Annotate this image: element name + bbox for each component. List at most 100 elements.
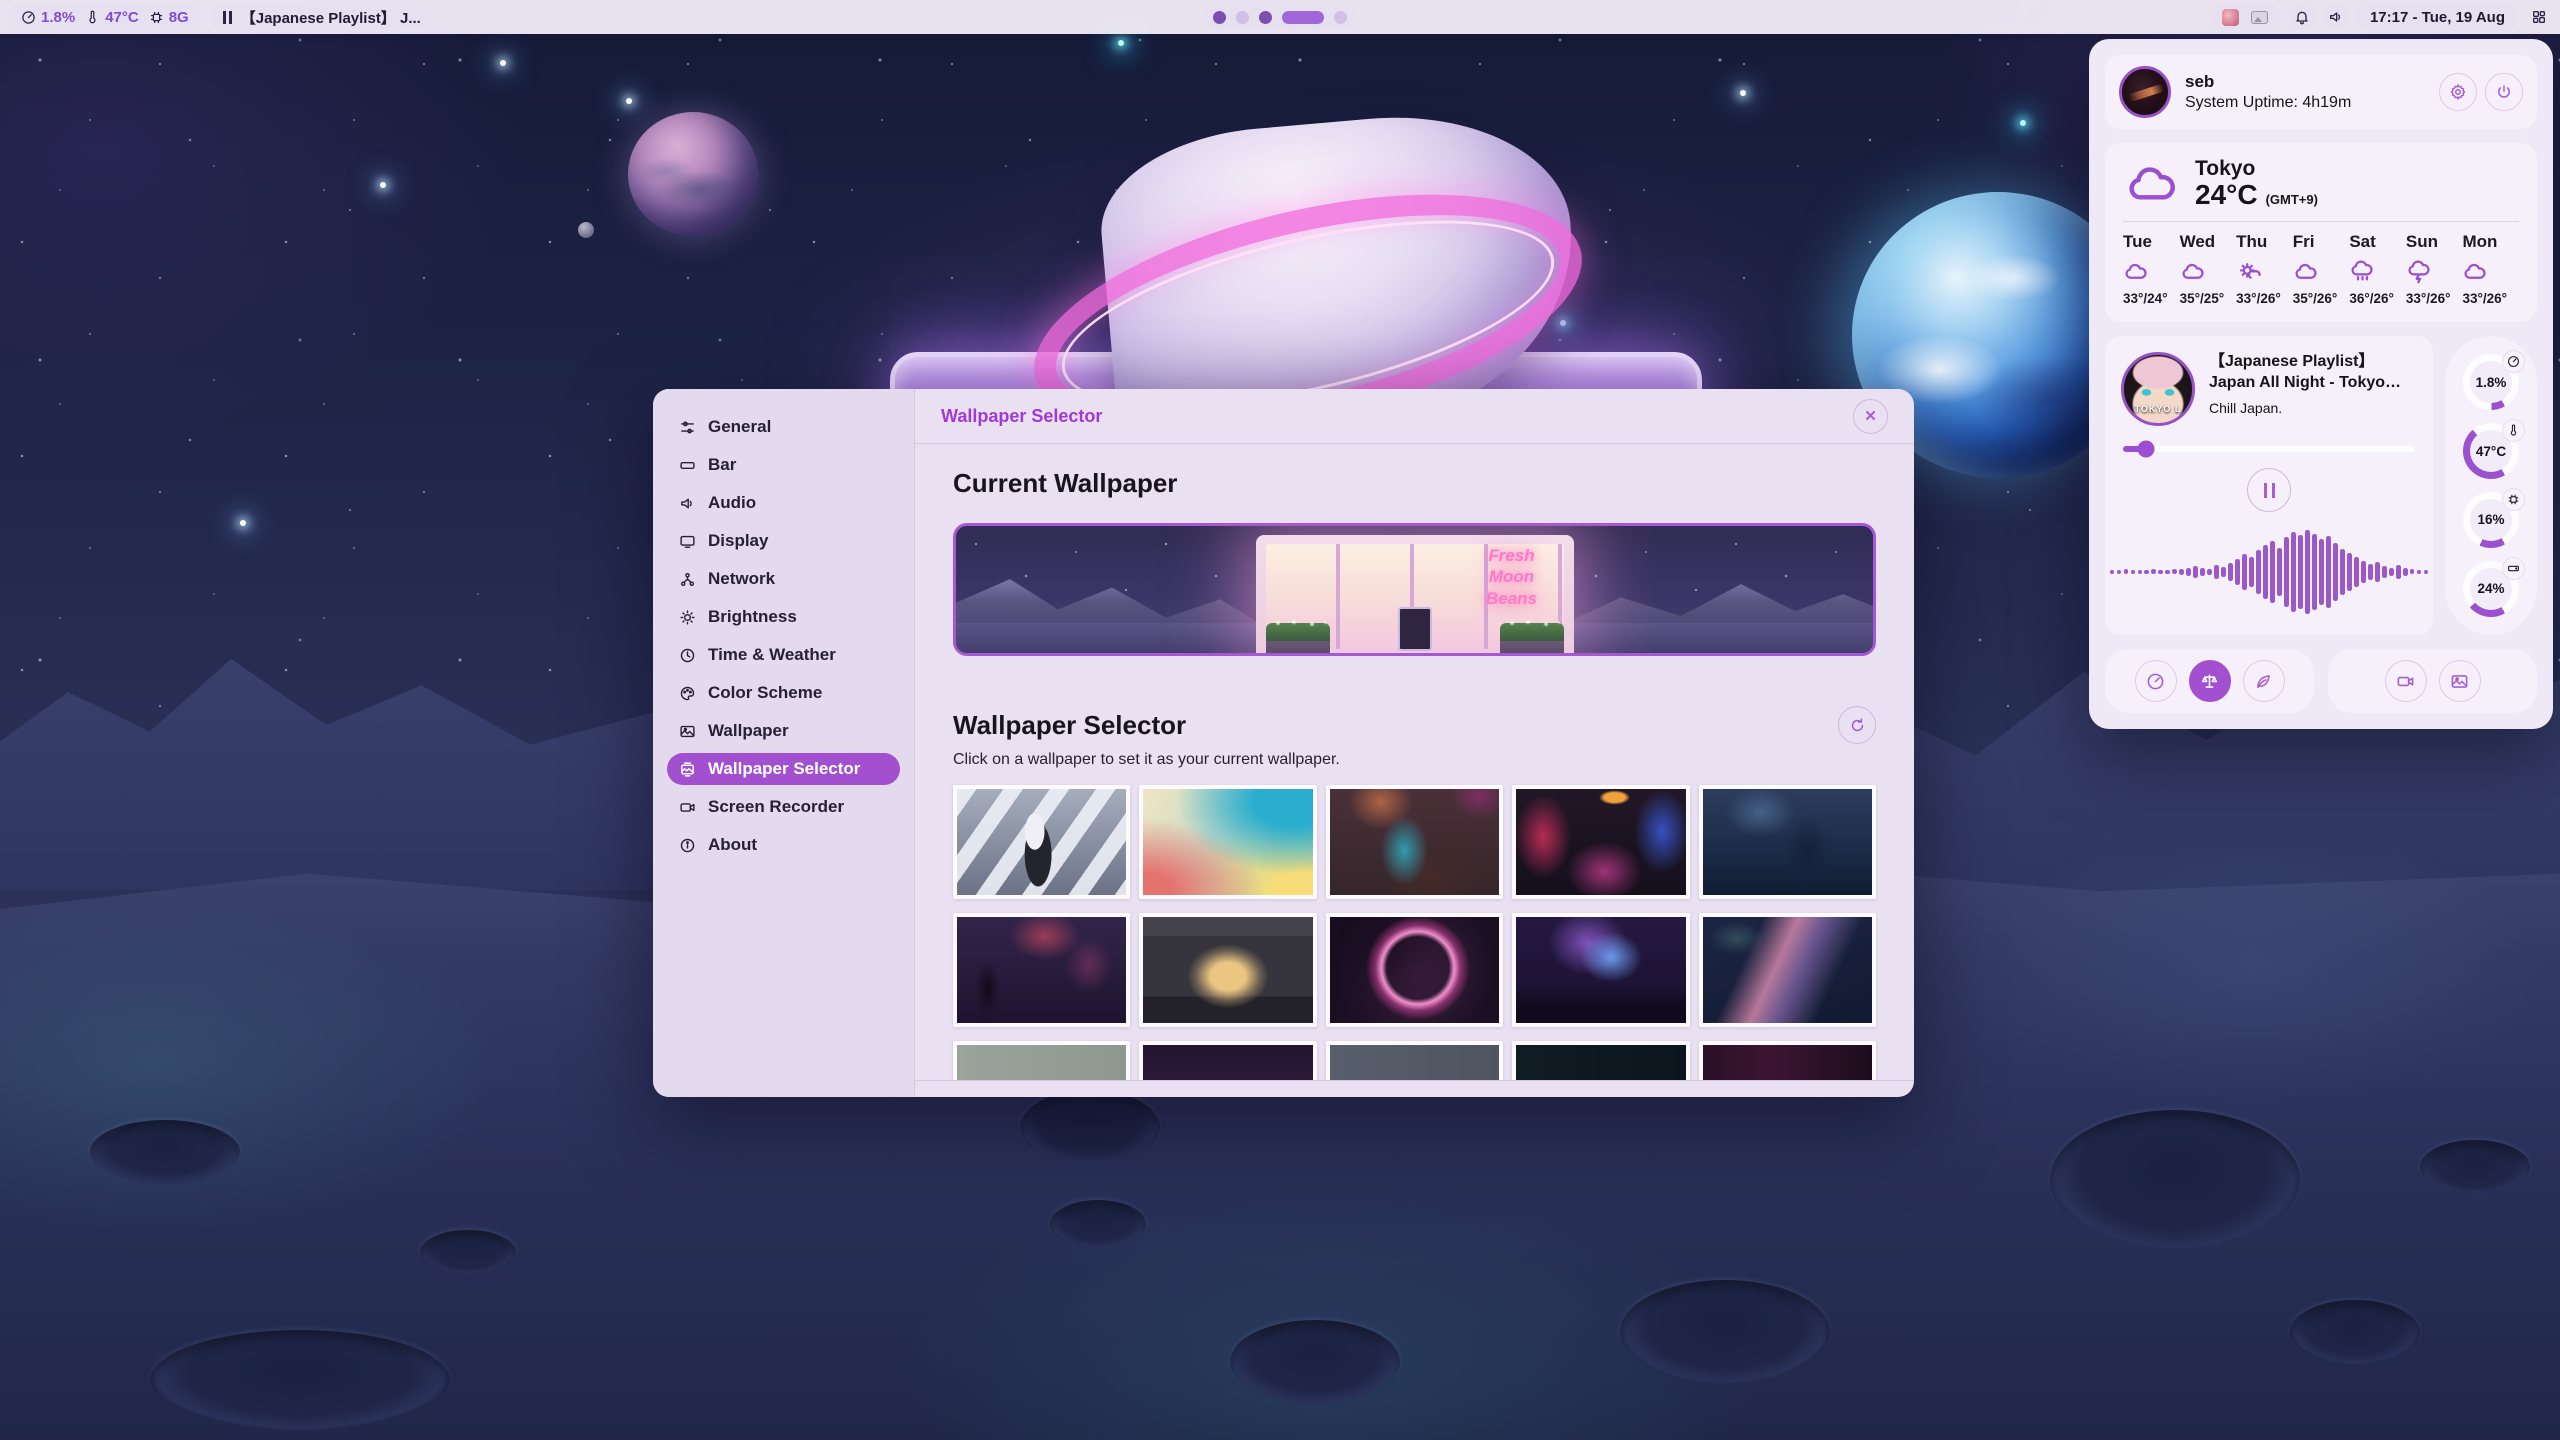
seek-thumb[interactable] [2138,441,2155,458]
sidebar-item-color-scheme[interactable]: Color Scheme [667,677,900,709]
seek-slider[interactable] [2123,446,2415,452]
wallpaper-thumbnail[interactable] [1699,913,1876,1027]
visualizer-bar [2138,570,2143,574]
sidebar-item-screen-recorder[interactable]: Screen Recorder [667,791,900,823]
wallpaper-image [1330,789,1499,895]
wallpaper-thumbnail[interactable] [1512,913,1689,1027]
day-label: Sun [2406,232,2438,252]
wallpaper-button[interactable] [2439,660,2481,702]
wallpaper-thumbnail[interactable] [1699,785,1876,899]
sidebar-item-display[interactable]: Display [667,525,900,557]
wallpaper-thumbnail[interactable] [1326,913,1503,1027]
cloud-icon [2123,258,2150,285]
forecast-day: Mon 33°/26° [2462,232,2519,306]
workspace-indicator[interactable] [1201,4,1359,30]
sidebar-item-about[interactable]: About [667,829,900,861]
sidebar-item-bar[interactable]: Bar [667,449,900,481]
cloud-icon [2180,258,2207,285]
media-pill[interactable]: 【Japanese Playlist】 J... [210,4,434,30]
wallpaper-image [1330,917,1499,1023]
tray-app-icon[interactable] [2222,9,2239,26]
tray-screenshot-icon[interactable] [2251,11,2268,24]
visualizer-bar [2179,569,2184,575]
day-temps: 35°/26° [2293,291,2338,306]
disk-icon [2502,557,2525,580]
crater [2050,1110,2300,1250]
sidebar-item-time-weather[interactable]: Time & Weather [667,639,900,671]
temp-stat: 47°C [85,9,139,26]
wallpaper-thumbnail[interactable] [1326,1041,1503,1081]
day-label: Thu [2236,232,2267,252]
visualizer-bar [2214,565,2219,579]
preview-cafe: Fresh Moon Beans [1256,535,1574,653]
wallpaper-thumbnail[interactable] [1139,785,1316,899]
settings-button[interactable] [2439,73,2477,111]
wallpaper-image [1516,1045,1685,1081]
powersave-profile-button[interactable] [2243,660,2285,702]
visualizer-bar [2312,534,2317,610]
wallpaper-thumbnail[interactable] [953,913,1130,1027]
workspace-dot-active[interactable] [1282,11,1324,24]
wallpaper-thumbnail[interactable] [1699,1041,1876,1081]
sidebar-item-brightness[interactable]: Brightness [667,601,900,633]
visualizer-bar [2347,553,2352,591]
day-temps: 33°/26° [2406,291,2451,306]
system-tray[interactable] [2209,4,2281,30]
sidebar-item-general[interactable]: General [667,411,900,443]
refresh-button[interactable] [1838,706,1876,744]
sidebar-item-wallpaper[interactable]: Wallpaper [667,715,900,747]
power-button[interactable] [2485,73,2523,111]
pause-button[interactable] [2247,468,2291,512]
screen-record-button[interactable] [2385,660,2427,702]
visualizer-bar [2277,548,2282,596]
thermometer-icon [2502,419,2525,442]
workspace-dot[interactable] [1259,11,1272,24]
workspace-dot[interactable] [1334,11,1347,24]
sidebar-label: Wallpaper Selector [708,759,860,779]
sidebar-label: About [708,835,757,855]
wallpaper-image [1143,789,1312,895]
cpu-stat: 1.8% [21,9,75,26]
clock-pill[interactable]: 17:17 - Tue, 19 Aug [2357,4,2518,30]
notifications-button[interactable] [2289,4,2315,30]
performance-profile-button[interactable] [2135,660,2177,702]
wallpaper-thumbnail[interactable] [1512,1041,1689,1081]
system-stats-pill[interactable]: 1.8% 47°C 8G [8,4,202,30]
mem-stat: 8G [149,9,189,26]
visualizer-bar [2305,530,2310,614]
wallpaper-thumbnail[interactable] [953,1041,1130,1081]
wallpaper-thumbnail[interactable] [953,785,1130,899]
ram-gauge: 16% [2463,492,2519,548]
visualizer-bar [2389,568,2394,576]
wallpaper-thumbnail[interactable] [1139,913,1316,1027]
top-bar: 1.8% 47°C 8G 【Japanese Playlist】 J... [0,0,2560,34]
neon-line: Fresh [1466,545,1558,566]
sidebar-item-audio[interactable]: Audio [667,487,900,519]
workspace-dot[interactable] [1213,11,1226,24]
workspace-dot[interactable] [1236,11,1249,24]
gauge-icon [21,10,36,25]
sidebar-label: Network [708,569,775,589]
wallpaper-image [957,917,1126,1023]
wallpaper-image [1143,1045,1312,1081]
planter [1266,623,1330,653]
visualizer-bar [2256,550,2261,594]
volume-button[interactable] [2323,4,2349,30]
music-player-card: 【Japanese Playlist】 Japan All Night - To… [2105,336,2433,635]
sidebar-item-wallpaper-selector[interactable]: Wallpaper Selector [667,753,900,785]
crater [90,1120,240,1184]
image-icon [2450,672,2469,691]
wallpaper-thumbnail[interactable] [1139,1041,1316,1081]
menu-board [1398,607,1432,651]
overview-button[interactable] [2526,4,2552,30]
balanced-profile-button[interactable] [2189,660,2231,702]
crater [2420,1140,2530,1194]
close-button[interactable]: ✕ [1853,399,1888,434]
wallpaper-thumbnail[interactable] [1512,785,1689,899]
sidebar-item-network[interactable]: Network [667,563,900,595]
day-label: Fri [2293,232,2315,252]
small-moon [578,222,594,238]
mem-value: 8G [169,9,189,26]
wallpaper-thumbnail[interactable] [1326,785,1503,899]
palette-icon [679,685,696,702]
